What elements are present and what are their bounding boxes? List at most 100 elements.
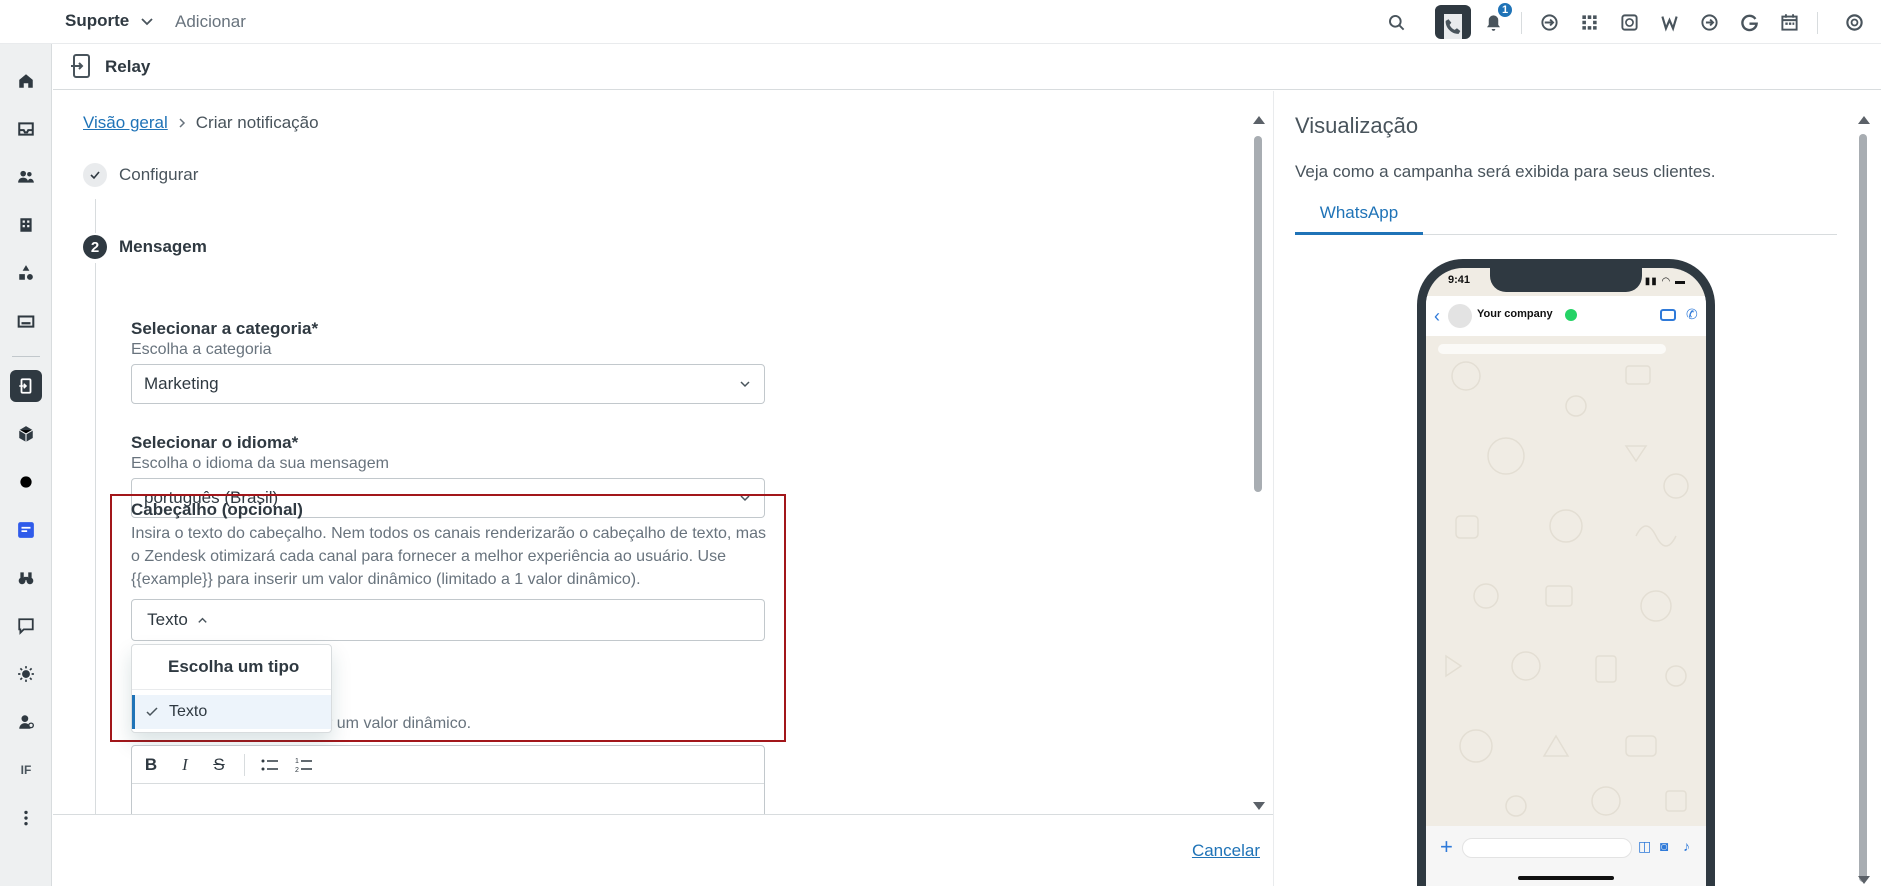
forward-app-icon[interactable]: [1534, 7, 1564, 37]
phone-status-icons: ▮▮ ◠ ▬: [1644, 276, 1686, 287]
agent-icon[interactable]: [10, 706, 42, 738]
chat-input-bar: + ◫ ◙ ♪: [1426, 826, 1706, 886]
topbar-divider: [1817, 12, 1818, 34]
preview-panel: Visualização Veja como a campanha será e…: [1273, 91, 1881, 886]
home-indicator: [1518, 876, 1614, 880]
step-configure[interactable]: Configurar: [83, 163, 198, 187]
breadcrumb: Visão geral Criar notificação: [83, 113, 319, 133]
check-icon: [146, 707, 158, 717]
main-form-panel: Visão geral Criar notificação Configurar…: [53, 91, 1273, 886]
step-number: 2: [83, 235, 107, 259]
inbox-icon[interactable]: [10, 113, 42, 145]
back-chevron-icon: ‹: [1434, 306, 1440, 326]
phone-call-icon: ✆: [1686, 306, 1698, 322]
dot-app-icon[interactable]: [10, 466, 42, 498]
w-app-icon[interactable]: [1654, 7, 1684, 37]
users-icon[interactable]: [10, 161, 42, 193]
avatar: [1448, 304, 1472, 328]
form-footer: Cancelar: [53, 814, 1273, 886]
microphone-icon: ♪: [1683, 838, 1690, 854]
bold-icon[interactable]: B: [142, 755, 160, 774]
objects-icon[interactable]: [10, 257, 42, 289]
add-button[interactable]: Adicionar: [175, 12, 246, 32]
help-lifebuoy-icon[interactable]: [1839, 7, 1869, 37]
scrollbar-thumb[interactable]: [1254, 136, 1262, 492]
main-scrollbar[interactable]: [1253, 114, 1265, 810]
company-name: Your company: [1477, 308, 1553, 320]
header-type-value: Texto: [147, 610, 188, 629]
italic-icon[interactable]: I: [176, 755, 194, 774]
header-type-menu: Escolha um tipo Texto: [131, 644, 332, 733]
workspace-switcher[interactable]: Suporte: [65, 11, 155, 31]
home-icon[interactable]: [10, 65, 42, 97]
step-message: 2 Mensagem: [83, 235, 207, 259]
blue-app-icon[interactable]: [10, 514, 42, 546]
category-label: Selecionar a categoria*: [131, 319, 319, 338]
top-bar: Suporte Adicionar 1: [0, 0, 1881, 44]
preview-description: Veja como a campanha será exibida para s…: [1295, 162, 1716, 181]
category-select[interactable]: Marketing: [131, 364, 765, 404]
if-app-icon[interactable]: IF: [10, 754, 42, 786]
svg-text:1: 1: [295, 758, 299, 765]
reporting-icon[interactable]: [10, 305, 42, 337]
scroll-down-icon[interactable]: [1253, 802, 1265, 810]
bulleted-list-icon[interactable]: [261, 756, 279, 774]
step-label: Configurar: [119, 165, 199, 184]
header-type-dropdown-button[interactable]: Texto: [131, 599, 225, 641]
cube-icon[interactable]: [10, 418, 42, 450]
message-placeholder-bar: [1438, 344, 1666, 354]
phone-mockup: 9:41 ▮▮ ◠ ▬ ‹ Your company ✆ + ◫ ◙ ♪: [1417, 259, 1715, 886]
menu-option-texto[interactable]: Texto: [132, 695, 331, 729]
scroll-up-icon[interactable]: [1858, 116, 1870, 124]
menu-divider: [132, 689, 331, 690]
search-icon[interactable]: [1381, 7, 1411, 37]
chat-wallpaper-pattern: [1445, 361, 1689, 817]
plus-icon: +: [1440, 834, 1453, 859]
language-label: Selecionar o idioma*: [131, 433, 299, 452]
phone-icon[interactable]: [1435, 5, 1471, 39]
rail-divider: [12, 356, 40, 357]
workspace-name: Suporte: [65, 11, 130, 30]
toolbar-divider: [244, 753, 245, 776]
camera-icon: ◙: [1660, 838, 1669, 854]
left-nav-rail: IF: [0, 0, 52, 886]
calendar-app-icon[interactable]: [1774, 7, 1804, 37]
app-header: Relay: [53, 45, 1881, 90]
sun-app-icon[interactable]: [10, 658, 42, 690]
header-hint: Insira o texto do cabeçalho. Nem todos o…: [131, 525, 767, 588]
binoculars-icon[interactable]: [10, 562, 42, 594]
editor-toolbar: B I S 12: [132, 746, 764, 784]
sticker-icon: ◫: [1638, 838, 1652, 854]
preview-tabs: WhatsApp: [1295, 199, 1837, 235]
breadcrumb-current: Criar notificação: [195, 113, 319, 132]
notifications-bell-icon[interactable]: 1: [1478, 1, 1514, 37]
category-value: Marketing: [144, 374, 219, 393]
redirect-app-icon[interactable]: [1694, 7, 1724, 37]
g-app-icon[interactable]: [1734, 7, 1764, 37]
relay-logo-icon: [71, 54, 90, 78]
menu-heading: Escolha um tipo: [168, 657, 300, 676]
cancel-button[interactable]: Cancelar: [1192, 841, 1260, 861]
grid-app-icon[interactable]: [1574, 7, 1604, 37]
category-hint: Escolha a categoria: [131, 341, 272, 358]
chat-input-field: [1462, 838, 1632, 858]
organizations-icon[interactable]: [10, 209, 42, 241]
relay-app-icon[interactable]: [10, 370, 42, 402]
menu-option-label: Texto: [169, 703, 208, 720]
header-text-input[interactable]: [224, 599, 765, 641]
preview-scrollbar[interactable]: [1858, 114, 1870, 884]
chat-bubble-icon[interactable]: [10, 610, 42, 642]
scrollbar-thumb[interactable]: [1859, 134, 1867, 882]
chat-header: ‹ Your company ✆: [1426, 296, 1706, 336]
app-name: Relay: [105, 57, 151, 76]
numbered-list-icon[interactable]: 12: [295, 756, 313, 774]
chevron-down-icon: [141, 18, 153, 26]
step-label: Mensagem: [119, 237, 207, 256]
strikethrough-icon[interactable]: S: [210, 755, 228, 774]
whatsapp-app-icon[interactable]: [1614, 7, 1644, 37]
scroll-up-icon[interactable]: [1253, 116, 1265, 124]
breadcrumb-link-overview[interactable]: Visão geral: [83, 113, 168, 133]
more-vertical-icon[interactable]: [10, 802, 42, 834]
scroll-down-icon[interactable]: [1858, 876, 1870, 884]
tab-whatsapp[interactable]: WhatsApp: [1295, 199, 1423, 235]
